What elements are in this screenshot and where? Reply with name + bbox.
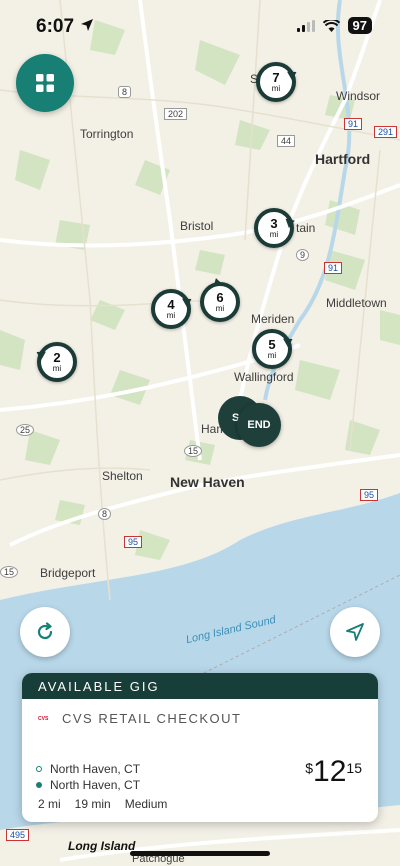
route-shield: 8	[118, 86, 132, 98]
gig-marker[interactable]: 2 mi	[34, 342, 77, 382]
marker-pointer	[211, 276, 223, 288]
route-shield: 25	[16, 424, 35, 436]
marker-distance: 5	[268, 337, 276, 352]
marker-distance: 6	[216, 290, 224, 305]
status-bar: 6:07 97	[0, 0, 400, 50]
map-label-hartford: Hartford	[315, 151, 371, 167]
status-right-group: 97	[296, 17, 372, 34]
gig-price: $ 12 15	[305, 757, 362, 787]
gig-title: CVS RETAIL CHECKOUT	[62, 711, 242, 726]
battery-indicator: 97	[347, 17, 372, 34]
route-shield: 91	[324, 262, 343, 274]
gig-effort: Medium	[124, 797, 168, 811]
dropoff-location: North Haven, CT	[36, 777, 140, 793]
refresh-icon	[37, 622, 53, 640]
map-label-wallingford: Wallingford	[234, 370, 294, 384]
gig-marker[interactable]: 3 mi	[254, 208, 297, 248]
gig-company-row: CVS CVS RETAIL CHECKOUT	[38, 711, 241, 726]
gig-marker[interactable]: 6 mi	[200, 276, 240, 322]
price-currency: $	[305, 760, 314, 776]
gig-card-header: AVAILABLE GIG	[22, 673, 378, 699]
price-cents: 15	[346, 760, 362, 776]
locate-me-button[interactable]	[330, 607, 380, 657]
map-label-long-island: Long Island	[68, 839, 136, 853]
map-label-bridgeport: Bridgeport	[40, 566, 96, 580]
gig-meta: 2 mi 19 min Medium	[38, 797, 167, 811]
pickup-dot-icon	[36, 766, 42, 772]
gig-card[interactable]: AVAILABLE GIG CVS CVS RETAIL CHECKOUT No…	[22, 673, 378, 822]
marker-distance: 7	[272, 70, 280, 85]
dropoff-text: North Haven, CT	[50, 778, 141, 792]
route-shield: 44	[277, 135, 296, 147]
map-label-meriden: Meriden	[251, 312, 295, 326]
map-label-new-haven: New Haven	[170, 474, 245, 490]
route-shield: 91	[344, 118, 363, 130]
map-label-bristol: Bristol	[180, 219, 214, 233]
marker-distance: 3	[270, 216, 278, 231]
status-time: 6:07	[36, 16, 75, 37]
gig-marker[interactable]: 5 mi	[252, 329, 295, 369]
route-shield: 9	[296, 249, 310, 261]
pickup-text: North Haven, CT	[50, 762, 141, 776]
price-whole: 12	[313, 755, 347, 788]
marker-unit: mi	[166, 311, 176, 320]
route-shield: 15	[0, 566, 19, 578]
navigation-arrow-icon	[346, 623, 364, 641]
route-shield: 95	[360, 489, 379, 501]
cellular-signal-icon	[296, 19, 315, 32]
marker-unit: mi	[267, 351, 277, 360]
home-indicator	[130, 851, 270, 856]
marker-unit: mi	[271, 84, 281, 93]
route-shield: 15	[184, 445, 203, 457]
wifi-icon	[322, 19, 340, 32]
route-shield: 291	[374, 126, 398, 138]
menu-button[interactable]	[16, 54, 74, 112]
marker-unit: mi	[52, 364, 62, 373]
route-shield: 8	[98, 508, 112, 520]
cvs-logo-icon: CVS	[38, 715, 49, 722]
map-label-windsor: Windsor	[336, 89, 381, 103]
map-label-middletown: Middletown	[326, 296, 387, 310]
end-marker[interactable]: END	[237, 403, 281, 447]
gig-distance: 2 mi	[38, 797, 61, 811]
location-services-icon	[81, 19, 93, 31]
gig-duration: 19 min	[74, 797, 111, 811]
route-shield: 495	[6, 829, 30, 841]
marker-unit: mi	[269, 230, 279, 239]
marker-distance: 2	[53, 350, 61, 365]
refresh-button[interactable]	[20, 607, 70, 657]
pickup-location: North Haven, CT	[36, 761, 140, 777]
route-shield: 95	[124, 536, 143, 548]
map-label-britain: tain	[296, 221, 316, 235]
gig-marker[interactable]: 7 mi	[256, 62, 299, 102]
map-label-shelton: Shelton	[102, 469, 143, 483]
dropoff-dot-icon	[36, 782, 42, 788]
route-shield: 202	[164, 108, 188, 120]
marker-distance: 4	[167, 297, 175, 312]
marker-unit: mi	[215, 304, 225, 313]
gig-locations: North Haven, CT North Haven, CT	[36, 761, 140, 793]
gig-marker[interactable]: 4 mi	[151, 289, 194, 329]
map-label-torrington: Torrington	[80, 127, 134, 141]
grid-icon	[36, 74, 54, 92]
